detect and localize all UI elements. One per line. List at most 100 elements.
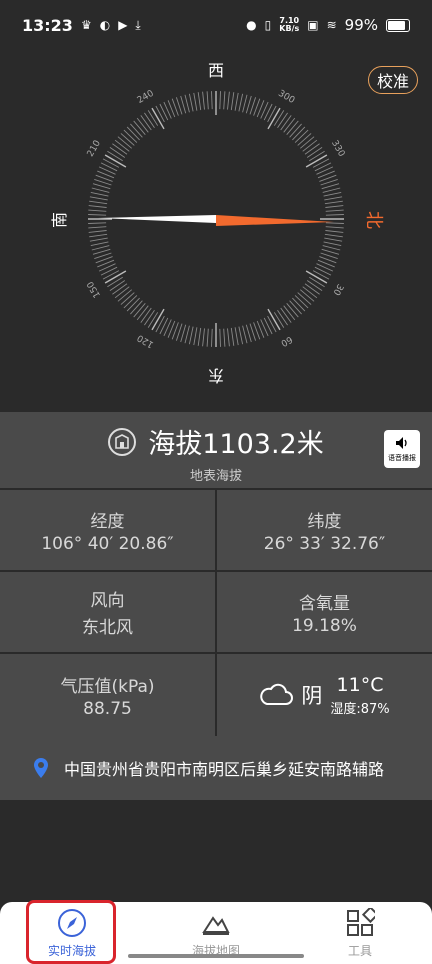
wind-label: 风向 — [90, 591, 125, 611]
location-icon: ● — [246, 18, 257, 32]
compass-tick — [300, 136, 315, 149]
degree-label: 120 — [136, 332, 156, 349]
compass-tick — [297, 292, 312, 305]
degree-label: 30 — [330, 282, 345, 297]
compass-tick — [206, 328, 209, 347]
compass-tick — [136, 117, 149, 133]
pressure-cell: 气压值(kPa) 88.75 — [0, 654, 215, 736]
degree-label: 240 — [136, 89, 156, 106]
compass-tick — [130, 123, 143, 138]
compass-tick — [273, 312, 285, 328]
compass-tick — [193, 327, 198, 346]
compass-tick — [88, 205, 107, 208]
voice-broadcast-button[interactable]: 语音播报 — [384, 430, 420, 468]
cloud-icon — [260, 683, 294, 705]
compass-tick — [263, 103, 273, 121]
compass-tick — [219, 91, 221, 110]
compass-tick — [325, 226, 344, 229]
compass-tick — [109, 280, 126, 291]
compass-tick — [180, 324, 187, 343]
altitude-subtitle: 地表海拔 — [189, 469, 242, 484]
compass-dial[interactable]: 西 东 南 北 30 60 120 150 210 240 300 330 — [0, 50, 432, 410]
compass-tick — [223, 328, 226, 347]
compass-tick — [304, 143, 320, 155]
home-indicator — [128, 954, 304, 958]
compass-tick — [324, 200, 343, 205]
compass-tick — [92, 248, 111, 255]
compass-tick — [184, 325, 190, 344]
weather-cell: 阴 11°C 湿度:87% — [217, 654, 432, 736]
compass-tick — [140, 307, 152, 323]
compass-tick — [114, 286, 130, 299]
address-text: 中国贵州省贵阳市南明区后巢乡延安南路辅路 — [64, 760, 385, 779]
network-speed-unit: KB/s — [279, 24, 300, 33]
compass-tick — [280, 115, 292, 131]
compass-tick — [306, 280, 323, 291]
compass-tick — [312, 158, 330, 168]
compass-tick — [289, 123, 302, 138]
compass-tick — [294, 129, 309, 143]
latitude-value: 26° 33′ 32.76″ — [263, 533, 386, 554]
nav-label-tools: 工具 — [347, 943, 372, 958]
vibrate-icon: ▯ — [264, 18, 272, 32]
compass-tick — [277, 309, 288, 326]
compass-tick — [292, 126, 306, 141]
compass-tick — [100, 162, 118, 172]
altitude-panel: 海拔1103.2米 地表海拔 语音播报 — [0, 412, 432, 488]
compass-tick — [133, 120, 146, 135]
info-grid: 经度 106° 40′ 20.86″ 纬度 26° 33′ 32.76″ 风向 … — [0, 488, 432, 736]
wifi-icon: ≋ — [326, 18, 337, 32]
compass-needle-north — [216, 215, 334, 226]
altitude-icon — [108, 427, 137, 456]
temperature-value: 11°C — [336, 673, 384, 696]
compass-tick — [88, 222, 107, 224]
nav-tools[interactable]: 工具 — [288, 902, 432, 964]
compass-tick — [133, 303, 146, 318]
degree-label: 150 — [86, 279, 103, 299]
compass-tick — [242, 325, 248, 344]
mountain-icon — [202, 915, 230, 935]
compass-tick — [197, 327, 202, 346]
status-bar: 13:23 ♛ ◐ ▶ ⤓ ● ▯ 7.10 KB/s ▣ ≋ 99% — [0, 0, 432, 50]
compass-tick — [180, 95, 187, 114]
humidity-value: 湿度:87% — [330, 701, 390, 717]
compass-tick — [277, 112, 288, 129]
compass-tick — [107, 150, 123, 162]
compass-tick — [309, 150, 325, 162]
compass-tick — [289, 300, 302, 315]
pressure-label: 气压值(kPa) — [60, 676, 155, 697]
compass-tick — [219, 328, 221, 347]
nav-realtime-altitude[interactable]: 实时海拔 — [0, 902, 144, 964]
compass-tick — [102, 270, 120, 280]
compass-tick — [297, 133, 312, 146]
crown-icon: ♛ — [80, 18, 92, 32]
compass-tick — [283, 117, 296, 133]
compass-tick — [223, 91, 226, 110]
compass-tick — [280, 307, 292, 323]
address-bar: 中国贵州省贵阳市南明区后巢乡延安南路辅路 — [0, 736, 432, 800]
compass-tick — [206, 91, 209, 110]
compass-tick — [92, 183, 111, 190]
degree-label: 330 — [329, 139, 346, 159]
battery-percent: 99% — [344, 16, 378, 34]
compass-tick — [292, 297, 306, 312]
compass-tick — [325, 222, 344, 224]
compass-tick — [312, 270, 330, 280]
compass-tick — [120, 133, 135, 146]
compass-tick — [286, 303, 299, 318]
altitude-value: 海拔1103.2米 — [148, 429, 324, 460]
compass-tick — [155, 105, 165, 123]
compass-tick — [136, 305, 149, 321]
compass-tick — [302, 139, 318, 152]
compass-tick — [202, 91, 205, 110]
pressure-value: 88.75 — [83, 698, 132, 719]
compass-tick — [107, 276, 123, 288]
compass-tick — [234, 327, 239, 346]
compass-tick — [89, 200, 108, 205]
play-notification-icon: ▶ — [118, 18, 128, 32]
compass-tick — [324, 233, 343, 238]
compass-tick — [202, 328, 205, 347]
compass-tick — [227, 328, 230, 347]
calibrate-button[interactable]: 校准 — [367, 66, 418, 94]
compass-tick — [314, 162, 332, 172]
